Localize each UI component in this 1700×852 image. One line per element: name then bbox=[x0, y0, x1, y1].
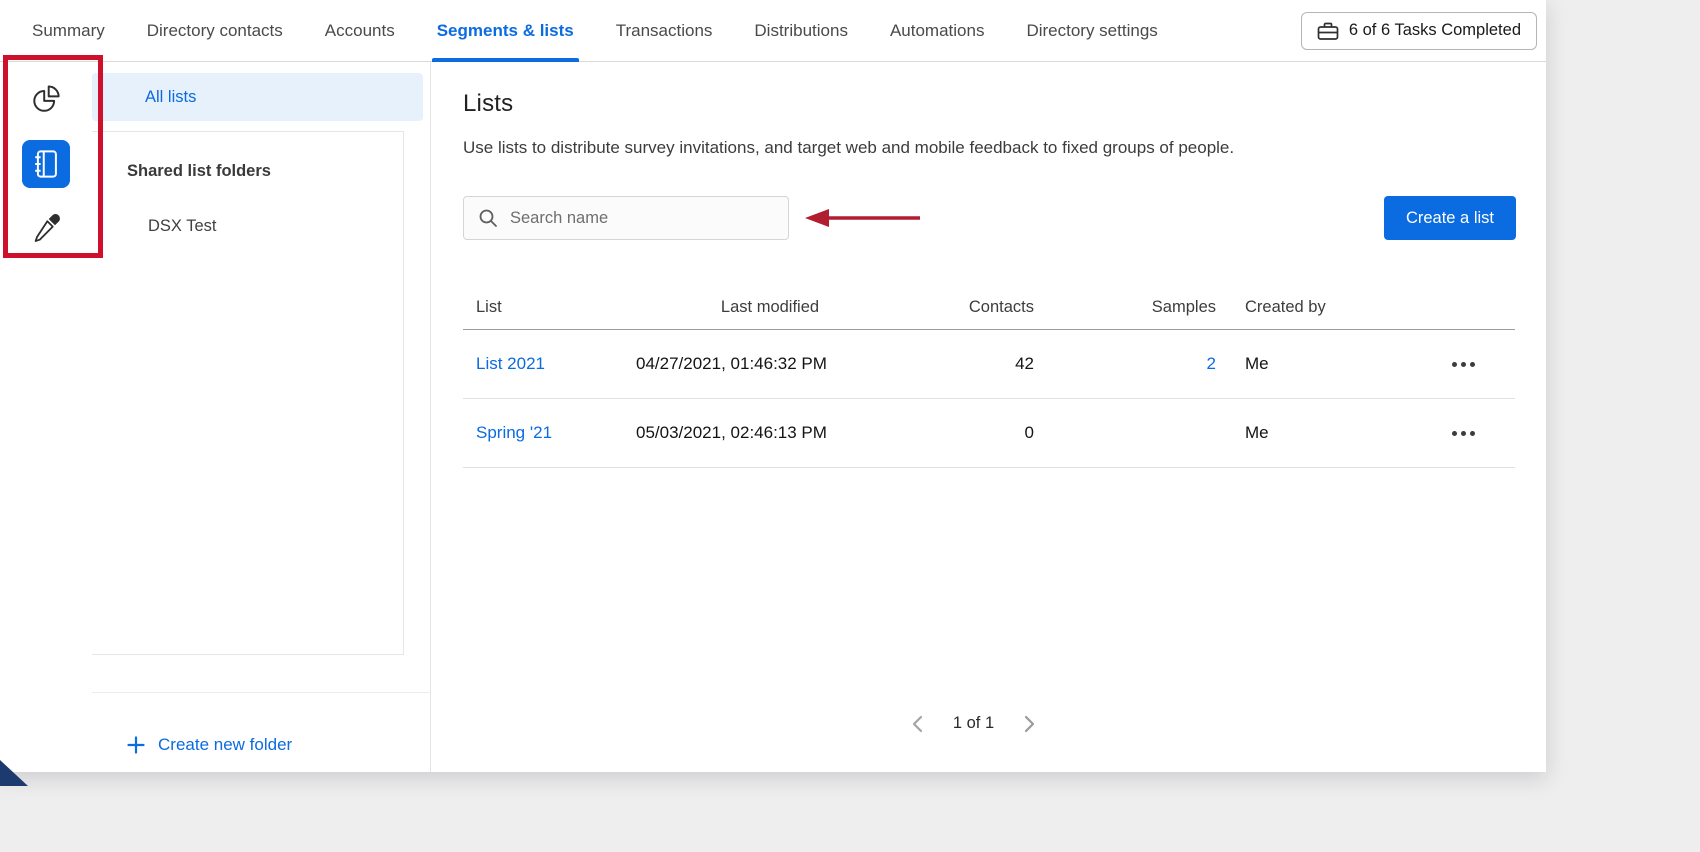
search-input[interactable] bbox=[510, 209, 760, 228]
lists-rail-button[interactable] bbox=[22, 140, 70, 188]
column-header-list: List bbox=[463, 298, 636, 317]
lists-main-panel: Lists Use lists to distribute survey inv… bbox=[431, 62, 1546, 772]
list-name-link[interactable]: Spring '21 bbox=[476, 423, 552, 442]
tasks-completed-label: 6 of 6 Tasks Completed bbox=[1349, 21, 1521, 40]
tab-directory-settings[interactable]: Directory settings bbox=[1005, 0, 1178, 61]
plus-icon bbox=[127, 736, 145, 754]
tab-summary[interactable]: Summary bbox=[11, 0, 126, 61]
top-nav: Summary Directory contacts Accounts Segm… bbox=[0, 0, 1546, 62]
segments-rail-button[interactable] bbox=[22, 76, 70, 124]
eyedropper-icon bbox=[28, 210, 64, 246]
notebook-icon bbox=[28, 146, 64, 182]
tab-transactions[interactable]: Transactions bbox=[595, 0, 734, 61]
tab-accounts[interactable]: Accounts bbox=[304, 0, 416, 61]
tools-rail-button[interactable] bbox=[22, 204, 70, 252]
created-by-cell: Me bbox=[1222, 423, 1392, 443]
icon-rail bbox=[0, 62, 92, 772]
tab-distributions[interactable]: Distributions bbox=[733, 0, 869, 61]
created-by-cell: Me bbox=[1222, 354, 1392, 374]
tasks-completed-button[interactable]: 6 of 6 Tasks Completed bbox=[1301, 12, 1537, 50]
create-list-button[interactable]: Create a list bbox=[1384, 196, 1516, 240]
column-header-last-modified: Last modified bbox=[636, 298, 904, 317]
page-description: Use lists to distribute survey invitatio… bbox=[463, 138, 1516, 158]
row-actions-ellipsis-icon[interactable] bbox=[1450, 356, 1477, 373]
page-indicator: 1 of 1 bbox=[953, 714, 994, 733]
shared-folders-panel: Shared list folders DSX Test bbox=[92, 131, 404, 655]
table-header-row: List Last modified Contacts Samples Crea… bbox=[463, 286, 1515, 330]
tab-segments-and-lists[interactable]: Segments & lists bbox=[416, 0, 595, 61]
folder-item-dsx-test[interactable]: DSX Test bbox=[92, 217, 403, 236]
lists-sidebar: All lists Shared list folders DSX Test C… bbox=[92, 62, 431, 772]
corner-triangle-decoration bbox=[0, 760, 30, 791]
pie-chart-icon bbox=[28, 82, 64, 118]
page-title: Lists bbox=[463, 90, 1516, 118]
pagination: 1 of 1 bbox=[431, 714, 1516, 733]
lists-table: List Last modified Contacts Samples Crea… bbox=[463, 286, 1515, 468]
tab-automations[interactable]: Automations bbox=[869, 0, 1006, 61]
tab-directory-contacts[interactable]: Directory contacts bbox=[126, 0, 304, 61]
chevron-left-icon[interactable] bbox=[912, 715, 923, 733]
row-actions-ellipsis-icon[interactable] bbox=[1450, 425, 1477, 442]
samples-link[interactable]: 2 bbox=[1207, 354, 1216, 373]
table-row: List 2021 04/27/2021, 01:46:32 PM 42 2 M… bbox=[463, 330, 1515, 399]
column-header-created-by: Created by bbox=[1222, 298, 1392, 317]
briefcase-icon bbox=[1317, 21, 1339, 41]
chevron-right-icon[interactable] bbox=[1024, 715, 1035, 733]
last-modified-cell: 05/03/2021, 02:46:13 PM bbox=[636, 423, 904, 443]
last-modified-cell: 04/27/2021, 01:46:32 PM bbox=[636, 354, 904, 374]
lists-toolbar: Create a list bbox=[463, 196, 1516, 240]
shared-folders-header: Shared list folders bbox=[92, 162, 403, 181]
column-header-samples: Samples bbox=[1040, 298, 1222, 317]
search-box bbox=[463, 196, 789, 240]
sidebar-item-all-lists[interactable]: All lists bbox=[92, 73, 423, 121]
search-icon bbox=[464, 208, 510, 228]
list-name-link[interactable]: List 2021 bbox=[476, 354, 545, 373]
contacts-cell: 42 bbox=[904, 354, 1040, 374]
app-window: Summary Directory contacts Accounts Segm… bbox=[0, 0, 1546, 772]
create-new-folder-label: Create new folder bbox=[158, 735, 292, 755]
sidebar-divider bbox=[92, 692, 430, 693]
create-new-folder-button[interactable]: Create new folder bbox=[127, 735, 430, 755]
contacts-cell: 0 bbox=[904, 423, 1040, 443]
table-row: Spring '21 05/03/2021, 02:46:13 PM 0 Me bbox=[463, 399, 1515, 468]
column-header-contacts: Contacts bbox=[904, 298, 1040, 317]
